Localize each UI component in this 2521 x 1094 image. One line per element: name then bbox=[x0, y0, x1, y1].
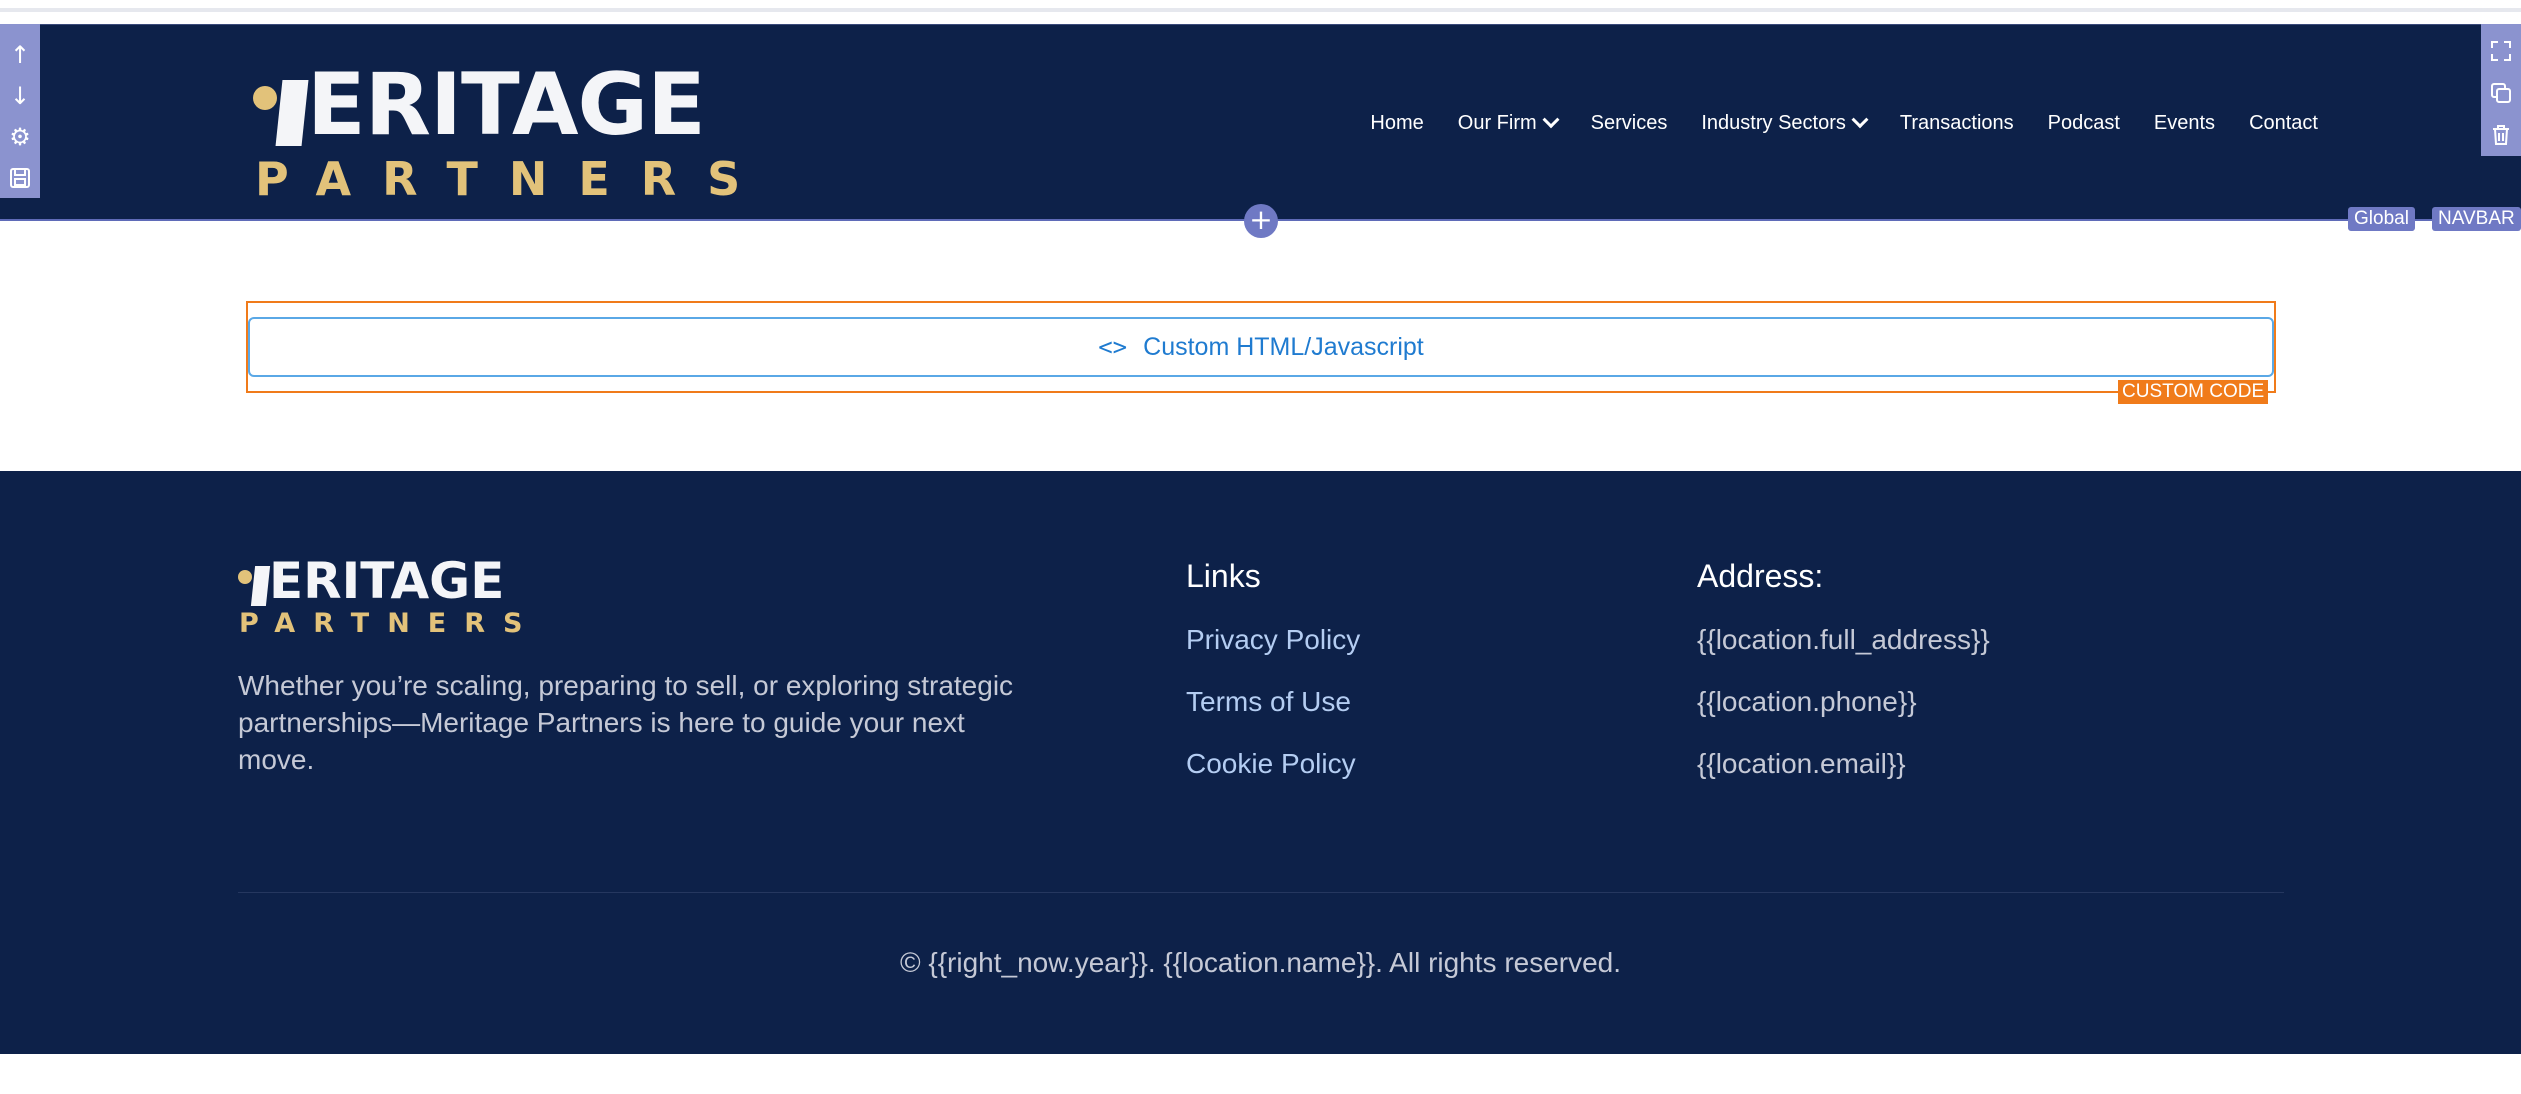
nav-label: Contact bbox=[2249, 112, 2318, 134]
address-full: {{location.full_address}} bbox=[1697, 624, 1990, 655]
footer-logo-word-top: ERITAGE bbox=[269, 552, 505, 610]
footer-link-cookie-policy[interactable]: Cookie Policy bbox=[1186, 747, 1360, 781]
nav-label: Industry Sectors bbox=[1701, 112, 1846, 134]
arrow-down-icon[interactable]: ↓ bbox=[0, 75, 40, 116]
logo-wordmark: ERITAGE bbox=[253, 55, 706, 155]
links-heading: Links bbox=[1186, 558, 1261, 594]
nav-podcast[interactable]: Podcast bbox=[2031, 104, 2137, 144]
section-toolbar-left: ↑ ↓ ⚙ bbox=[0, 24, 40, 198]
footer-logo[interactable]: ERITAGE PARTNERS bbox=[238, 556, 528, 638]
nav-services[interactable]: Services bbox=[1574, 104, 1685, 144]
navbar-section[interactable]: ERITAGE PARTNERS Home Our Firm Services … bbox=[0, 24, 2521, 221]
custom-code-placeholder[interactable]: <> Custom HTML/Javascript bbox=[248, 317, 2274, 377]
footer-link-terms-of-use[interactable]: Terms of Use bbox=[1186, 685, 1360, 719]
nav-label: Services bbox=[1590, 112, 1668, 134]
custom-code-element[interactable]: <> Custom HTML/Javascript bbox=[246, 301, 2276, 393]
nav-label: Events bbox=[2153, 112, 2216, 134]
footer-logo-wordmark: ERITAGE bbox=[238, 556, 504, 606]
footer-address-column: Address: {{location.full_address}} {{loc… bbox=[1697, 558, 1990, 809]
save-icon[interactable] bbox=[0, 157, 40, 198]
custom-code-tag: CUSTOM CODE bbox=[2118, 380, 2269, 404]
nav-events[interactable]: Events bbox=[2137, 104, 2232, 144]
code-icon: <> bbox=[1098, 333, 1128, 361]
custom-code-label: Custom HTML/Javascript bbox=[1143, 332, 1424, 361]
chevron-down-icon bbox=[1851, 110, 1869, 128]
nav-label: Transactions bbox=[1899, 112, 2014, 134]
chevron-down-icon bbox=[1542, 110, 1560, 128]
footer-link-privacy-policy[interactable]: Privacy Policy bbox=[1186, 623, 1360, 657]
footer-description: Whether you’re scaling, preparing to sel… bbox=[238, 670, 1014, 775]
trash-icon[interactable] bbox=[2481, 114, 2521, 156]
logo-word-bottom: PARTNERS bbox=[255, 152, 772, 206]
logo-m-mark bbox=[253, 78, 309, 148]
address-heading: Address: bbox=[1697, 558, 1824, 594]
copyright-text: © {{right_now.year}}. {{location.name}}.… bbox=[899, 947, 1622, 978]
section-toolbar-right bbox=[2481, 24, 2521, 156]
footer-divider bbox=[238, 892, 2284, 893]
expand-icon[interactable] bbox=[2481, 30, 2521, 72]
navbar-tag: NAVBAR bbox=[2432, 207, 2521, 231]
footer-logo-word-bottom: PARTNERS bbox=[239, 608, 541, 639]
nav-our-firm[interactable]: Our Firm bbox=[1441, 104, 1574, 144]
footer-links-column: Links Privacy Policy Terms of Use Cookie… bbox=[1186, 558, 1360, 809]
nav-label: Home bbox=[1370, 112, 1424, 134]
gear-icon[interactable]: ⚙ bbox=[0, 116, 40, 157]
logo-word-top: ERITAGE bbox=[307, 55, 706, 155]
main-nav: Home Our Firm Services Industry Sectors … bbox=[1353, 25, 2335, 222]
top-divider bbox=[0, 8, 2521, 12]
footer-section[interactable]: ERITAGE PARTNERS Whether you’re scaling,… bbox=[0, 471, 2521, 1054]
nav-label: Our Firm bbox=[1457, 112, 1537, 134]
global-tag: Global bbox=[2348, 207, 2415, 231]
add-section-button[interactable]: + bbox=[1244, 204, 1278, 238]
arrow-up-icon[interactable]: ↑ bbox=[0, 34, 40, 75]
nav-industry-sectors[interactable]: Industry Sectors bbox=[1684, 104, 1883, 144]
nav-transactions[interactable]: Transactions bbox=[1883, 104, 2031, 144]
logo-m-mark bbox=[238, 564, 271, 606]
address-email: {{location.email}} bbox=[1697, 748, 1906, 779]
duplicate-icon[interactable] bbox=[2481, 72, 2521, 114]
editor-top-strip bbox=[0, 0, 2521, 24]
nav-label: Podcast bbox=[2047, 112, 2120, 134]
nav-home[interactable]: Home bbox=[1353, 104, 1440, 144]
nav-contact[interactable]: Contact bbox=[2232, 104, 2335, 144]
address-phone: {{location.phone}} bbox=[1697, 686, 1917, 717]
navbar-logo[interactable]: ERITAGE PARTNERS bbox=[253, 55, 740, 210]
